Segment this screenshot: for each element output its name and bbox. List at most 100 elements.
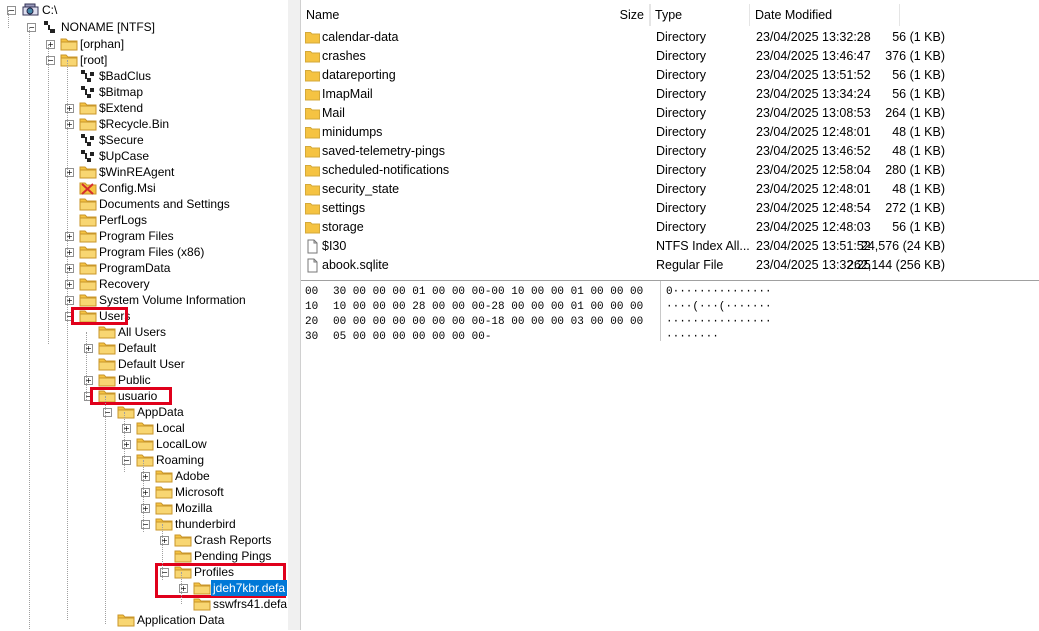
tree-node-label[interactable]: Pending Pings: [192, 548, 273, 564]
tree-node-label[interactable]: $WinREAgent: [97, 164, 176, 180]
tree-node[interactable]: + Mozilla: [0, 500, 288, 516]
tree-node-label[interactable]: Default: [116, 340, 158, 356]
tree-node-label[interactable]: Mozilla: [173, 500, 214, 516]
file-row[interactable]: ImapMail 56 (1 KB) Directory 23/04/2025 13:…: [301, 85, 1039, 104]
tree-node[interactable]: Default User: [0, 356, 288, 372]
column-header-size[interactable]: Size: [551, 4, 650, 26]
directory-tree[interactable]: − C:\ − NONAME [NTFS] + [orphan] − [root] $BadCl…: [0, 0, 289, 630]
tree-node[interactable]: + Recovery: [0, 276, 288, 292]
tree-node-label[interactable]: Roaming: [154, 452, 206, 468]
tree-node[interactable]: − thunderbird: [0, 516, 288, 532]
tree-node-label[interactable]: $Extend: [97, 100, 145, 116]
tree-node[interactable]: $UpCase: [0, 148, 288, 164]
tree-node-label[interactable]: LocalLow: [154, 436, 209, 452]
tree-node-label[interactable]: Application Data: [135, 612, 226, 628]
tree-node[interactable]: + Public: [0, 372, 288, 388]
tree-node-label[interactable]: usuario: [116, 388, 159, 404]
tree-node[interactable]: + Local: [0, 420, 288, 436]
file-row[interactable]: $I30 24,576 (24 KB) NTFS Index All... 23/04…: [301, 237, 1039, 256]
tree-node-label[interactable]: Profiles: [192, 564, 236, 580]
tree-node[interactable]: sswfrs41.defa: [0, 596, 288, 612]
tree-node[interactable]: All Users: [0, 324, 288, 340]
tree-node[interactable]: + $Recycle.Bin: [0, 116, 288, 132]
tree-node[interactable]: − NONAME [NTFS]: [0, 19, 288, 35]
file-row[interactable]: minidumps 48 (1 KB) Directory 23/04/2025 12…: [301, 123, 1039, 142]
tree-node[interactable]: Application Data: [0, 612, 288, 628]
tree-node[interactable]: + Program Files (x86): [0, 244, 288, 260]
tree-node-label[interactable]: PerfLogs: [97, 212, 149, 228]
tree-node[interactable]: + Crash Reports: [0, 532, 288, 548]
file-row[interactable]: storage 56 (1 KB) Directory 23/04/2025 12:4…: [301, 218, 1039, 237]
tree-node[interactable]: $BadClus: [0, 68, 288, 84]
tree-node-label[interactable]: jdeh7kbr.defa: [211, 580, 288, 596]
tree-node-label[interactable]: Microsoft: [173, 484, 226, 500]
tree-node[interactable]: − C:\: [0, 2, 288, 18]
tree-node-label[interactable]: Documents and Settings: [97, 196, 232, 212]
tree-node[interactable]: + ProgramData: [0, 260, 288, 276]
tree-node-label[interactable]: AppData: [135, 404, 186, 420]
tree-node-label[interactable]: [root]: [78, 52, 109, 68]
tree-node[interactable]: + Default: [0, 340, 288, 356]
file-row[interactable]: crashes 376 (1 KB) Directory 23/04/2025 13:…: [301, 47, 1039, 66]
folder-icon: [79, 293, 97, 307]
tree-node[interactable]: + Program Files: [0, 228, 288, 244]
file-row[interactable]: calendar-data 56 (1 KB) Directory 23/04/202…: [301, 28, 1039, 47]
tree-node[interactable]: Config.Msi: [0, 180, 288, 196]
tree-node-label[interactable]: $Bitmap: [97, 84, 145, 100]
tree-node[interactable]: + LocalLow: [0, 436, 288, 452]
file-row[interactable]: saved-telemetry-pings 48 (1 KB) Directory 2…: [301, 142, 1039, 161]
tree-node-label[interactable]: All Users: [116, 324, 168, 340]
file-row[interactable]: abook.sqlite 262,144 (256 KB) Regular File…: [301, 256, 1039, 275]
tree-node-label[interactable]: Public: [116, 372, 153, 388]
tree-node[interactable]: PerfLogs: [0, 212, 288, 228]
tree-node-label[interactable]: Adobe: [173, 468, 212, 484]
column-header-date[interactable]: Date Modified: [750, 4, 900, 26]
file-row[interactable]: scheduled-notifications 280 (1 KB) Directo…: [301, 161, 1039, 180]
tree-node[interactable]: + jdeh7kbr.defa: [0, 580, 288, 596]
tree-node-label[interactable]: [orphan]: [78, 36, 126, 52]
tree-node-label[interactable]: ProgramData: [97, 260, 172, 276]
tree-node-label[interactable]: Local: [154, 420, 187, 436]
tree-node[interactable]: + $WinREAgent: [0, 164, 288, 180]
tree-node-label[interactable]: NONAME [NTFS]: [59, 19, 157, 35]
file-date: 23/04/2025 13:32:25: [756, 258, 871, 272]
tree-node[interactable]: Documents and Settings: [0, 196, 288, 212]
tree-node[interactable]: − Profiles: [0, 564, 288, 580]
tree-node[interactable]: − Roaming: [0, 452, 288, 468]
hex-viewer[interactable]: 00 30 00 00 00 01 00 00 00-00 10 00 00 01…: [301, 280, 1039, 631]
tree-node-label[interactable]: Users: [97, 308, 132, 324]
file-row[interactable]: datareporting 56 (1 KB) Directory 23/04/202…: [301, 66, 1039, 85]
tree-node-label[interactable]: System Volume Information: [97, 292, 248, 308]
tree-node-label[interactable]: C:\: [40, 2, 59, 18]
tree-node-label[interactable]: sswfrs41.defa: [211, 596, 288, 612]
tree-node[interactable]: + Adobe: [0, 468, 288, 484]
tree-node[interactable]: + $Extend: [0, 100, 288, 116]
tree-node-label[interactable]: Recovery: [97, 276, 152, 292]
tree-node[interactable]: − [root]: [0, 52, 288, 68]
tree-node[interactable]: − AppData: [0, 404, 288, 420]
tree-node[interactable]: $Bitmap: [0, 84, 288, 100]
tree-node[interactable]: + [orphan]: [0, 36, 288, 52]
tree-node[interactable]: + Microsoft: [0, 484, 288, 500]
file-row[interactable]: settings 272 (1 KB) Directory 23/04/2025 12…: [301, 199, 1039, 218]
tree-node[interactable]: $Secure: [0, 132, 288, 148]
tree-scrollbar[interactable]: [288, 0, 301, 630]
tree-node-label[interactable]: Program Files (x86): [97, 244, 206, 260]
tree-node-label[interactable]: $UpCase: [97, 148, 151, 164]
tree-node-label[interactable]: $Secure: [97, 132, 146, 148]
file-row[interactable]: security_state 48 (1 KB) Directory 23/04/20…: [301, 180, 1039, 199]
folder-icon: [79, 165, 97, 179]
tree-node[interactable]: − Users: [0, 308, 288, 324]
column-header-type[interactable]: Type: [650, 4, 750, 26]
file-row[interactable]: Mail 264 (1 KB) Directory 23/04/2025 13:08:…: [301, 104, 1039, 123]
tree-node-label[interactable]: Program Files: [97, 228, 176, 244]
tree-node[interactable]: − usuario: [0, 388, 288, 404]
tree-node-label[interactable]: $Recycle.Bin: [97, 116, 171, 132]
tree-node-label[interactable]: $BadClus: [97, 68, 153, 84]
tree-node[interactable]: Pending Pings: [0, 548, 288, 564]
tree-node-label[interactable]: Default User: [116, 356, 187, 372]
tree-node-label[interactable]: thunderbird: [173, 516, 238, 532]
tree-node[interactable]: + System Volume Information: [0, 292, 288, 308]
tree-node-label[interactable]: Config.Msi: [97, 180, 158, 196]
tree-node-label[interactable]: Crash Reports: [192, 532, 273, 548]
